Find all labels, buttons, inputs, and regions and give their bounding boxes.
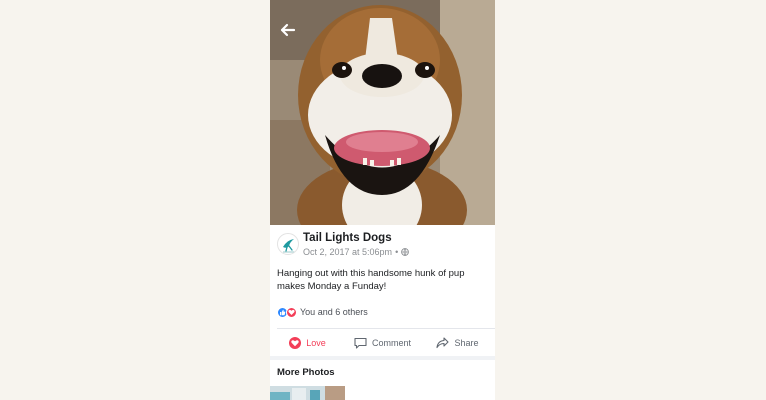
- share-icon: [436, 337, 450, 349]
- thumbnail-image: [270, 386, 345, 400]
- post-header: Tail Lights Dogs Oct 2, 2017 at 5:06pm •: [277, 232, 487, 258]
- page-name[interactable]: Tail Lights Dogs: [303, 232, 392, 244]
- reactions-summary[interactable]: You and 6 others: [277, 305, 368, 319]
- more-photos-title: More Photos: [277, 367, 335, 378]
- tail-lights-logo-icon: [283, 239, 295, 253]
- post-timestamp[interactable]: Oct 2, 2017 at 5:06pm: [303, 247, 392, 257]
- meta-separator: •: [395, 247, 399, 257]
- comment-button[interactable]: Comment: [345, 333, 420, 353]
- globe-icon: [401, 248, 410, 257]
- post-detail-screen: Tail Lights Dogs Oct 2, 2017 at 5:06pm •…: [270, 0, 495, 400]
- post-caption: Hanging out with this handsome hunk of p…: [277, 268, 465, 292]
- comment-icon: [354, 337, 367, 349]
- love-button-label: Love: [306, 338, 326, 348]
- post-actions-bar: Love Comment Share: [270, 333, 495, 353]
- love-reaction-icon: [289, 337, 302, 349]
- reactions-count-text: You and 6 others: [300, 307, 368, 317]
- love-button[interactable]: Love: [270, 333, 345, 353]
- page-avatar[interactable]: [277, 233, 299, 255]
- post-photo[interactable]: [270, 0, 495, 225]
- share-button[interactable]: Share: [420, 333, 495, 353]
- divider: [277, 328, 495, 329]
- share-button-label: Share: [454, 338, 479, 348]
- back-arrow-icon[interactable]: [278, 22, 296, 38]
- comment-button-label: Comment: [371, 338, 411, 348]
- more-photos-thumbnail[interactable]: [270, 386, 345, 400]
- bulldog-photo: [270, 0, 495, 225]
- section-separator: [270, 356, 495, 360]
- post-meta: Oct 2, 2017 at 5:06pm •: [303, 247, 410, 257]
- love-icon: [286, 306, 297, 318]
